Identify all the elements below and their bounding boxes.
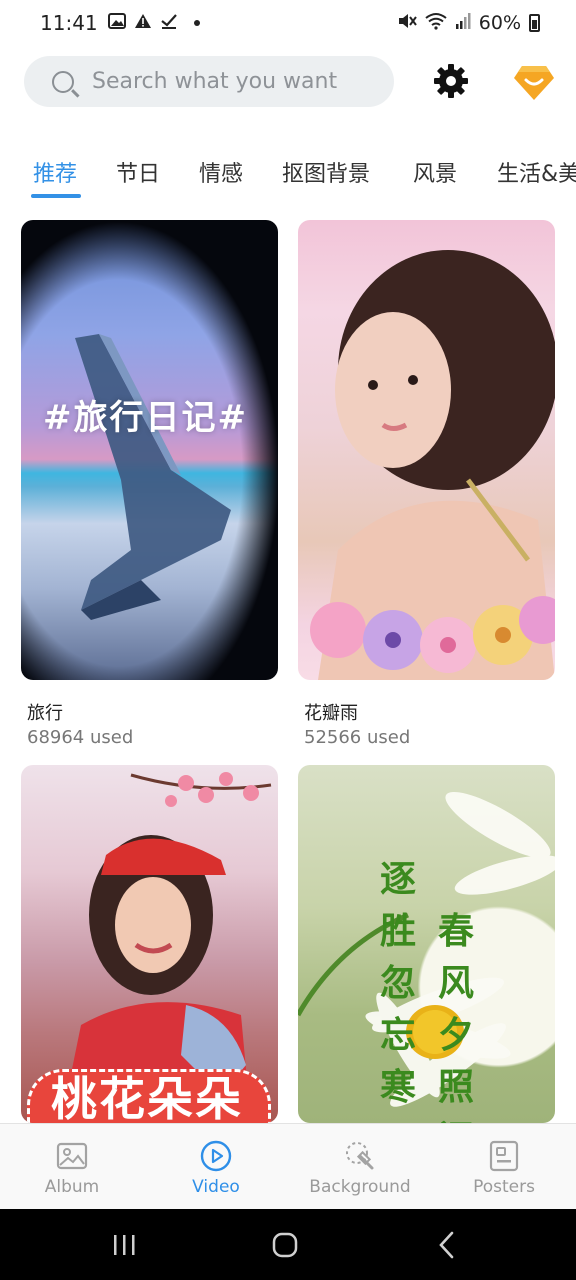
image-icon	[56, 1142, 88, 1170]
card-usage-count: 68964 used	[27, 727, 134, 748]
status-right: 60%	[397, 0, 540, 46]
nav-posters[interactable]: Posters	[432, 1124, 576, 1210]
nav-label: Video	[192, 1177, 240, 1197]
search-input[interactable]	[92, 69, 372, 94]
template-card-peach-blossom[interactable]: 桃花朵朵	[21, 765, 278, 1123]
card-name: 花瓣雨	[304, 703, 358, 724]
poem-char: 间	[436, 1113, 476, 1123]
gallery-notification-icon	[107, 13, 126, 33]
card-name: 旅行	[27, 703, 63, 724]
poem-char: 春	[437, 910, 474, 952]
battery-icon	[529, 14, 540, 32]
tab-festival[interactable]: 节日	[116, 156, 160, 188]
gear-icon	[434, 64, 468, 98]
portrait-photo	[310, 250, 555, 680]
poem-column-right: 春 风 夕 照 间	[436, 905, 476, 1123]
vip-diamond-icon	[514, 66, 554, 100]
bottom-nav: Album Video Background Posters	[0, 1123, 576, 1209]
card-usage-count: 52566 used	[304, 727, 411, 748]
wifi-icon	[425, 12, 447, 35]
home-icon[interactable]	[267, 1227, 303, 1263]
nav-label: Posters	[473, 1177, 535, 1197]
poem-char: 逐	[379, 858, 416, 900]
recent-apps-icon[interactable]	[106, 1227, 142, 1263]
daisy-photo	[298, 791, 555, 1107]
check-icon	[160, 13, 178, 33]
nav-background[interactable]: Background	[288, 1124, 432, 1210]
mute-icon	[397, 12, 417, 35]
warning-icon	[134, 13, 152, 33]
tab-cutout-background[interactable]: 抠图背景	[282, 156, 370, 188]
battery-percent: 60%	[478, 12, 521, 34]
active-tab-indicator	[31, 194, 81, 198]
notification-dot	[193, 20, 200, 26]
poster-icon	[489, 1140, 519, 1172]
nav-label: Background	[309, 1177, 411, 1197]
tab-life-beauty[interactable]: 生活&美	[497, 156, 576, 188]
template-card-petal-rain[interactable]	[298, 220, 555, 680]
poem-char: 胜	[379, 910, 416, 952]
airplane-wing-image	[75, 334, 231, 620]
status-time: 11:41	[40, 11, 98, 35]
category-tabs: 推荐 节日 情感 抠图背景 风景 生活&美	[0, 150, 576, 200]
template-card-travel[interactable]: #旅行日记#	[21, 220, 278, 680]
nav-video[interactable]: Video	[144, 1124, 288, 1210]
system-nav-bar	[0, 1209, 576, 1280]
card-overlay-title: 桃花朵朵	[51, 1072, 243, 1123]
card-overlay-title: #旅行日记#	[43, 398, 248, 438]
status-bar: 11:41 60%	[0, 0, 576, 46]
nav-album[interactable]: Album	[0, 1124, 144, 1210]
poem-char: 忽	[379, 962, 416, 1004]
poem-char: 忘	[379, 1014, 416, 1056]
vip-button[interactable]	[512, 60, 556, 104]
poem-char: 风	[437, 962, 474, 1004]
tab-scenery[interactable]: 风景	[413, 156, 457, 188]
signal-icon	[455, 12, 471, 35]
tab-recommended[interactable]: 推荐	[33, 156, 77, 188]
background-remove-icon	[346, 1142, 374, 1170]
nav-label: Album	[44, 1177, 100, 1197]
template-card-daisy-poem[interactable]: 逐 胜 忽 忘 寒 春 风 夕 照 间	[298, 765, 555, 1123]
poem-char: 照	[437, 1066, 474, 1108]
tab-emotion[interactable]: 情感	[199, 156, 243, 188]
poem-char: 夕	[437, 1014, 474, 1056]
poem-column-left: 逐 胜 忽 忘 寒	[378, 853, 418, 1113]
settings-button[interactable]	[432, 62, 470, 100]
search-bar[interactable]	[24, 56, 394, 107]
play-circle-icon	[200, 1140, 232, 1172]
back-icon[interactable]	[430, 1227, 466, 1263]
poem-char: 寒	[379, 1066, 416, 1108]
search-icon	[52, 70, 74, 93]
